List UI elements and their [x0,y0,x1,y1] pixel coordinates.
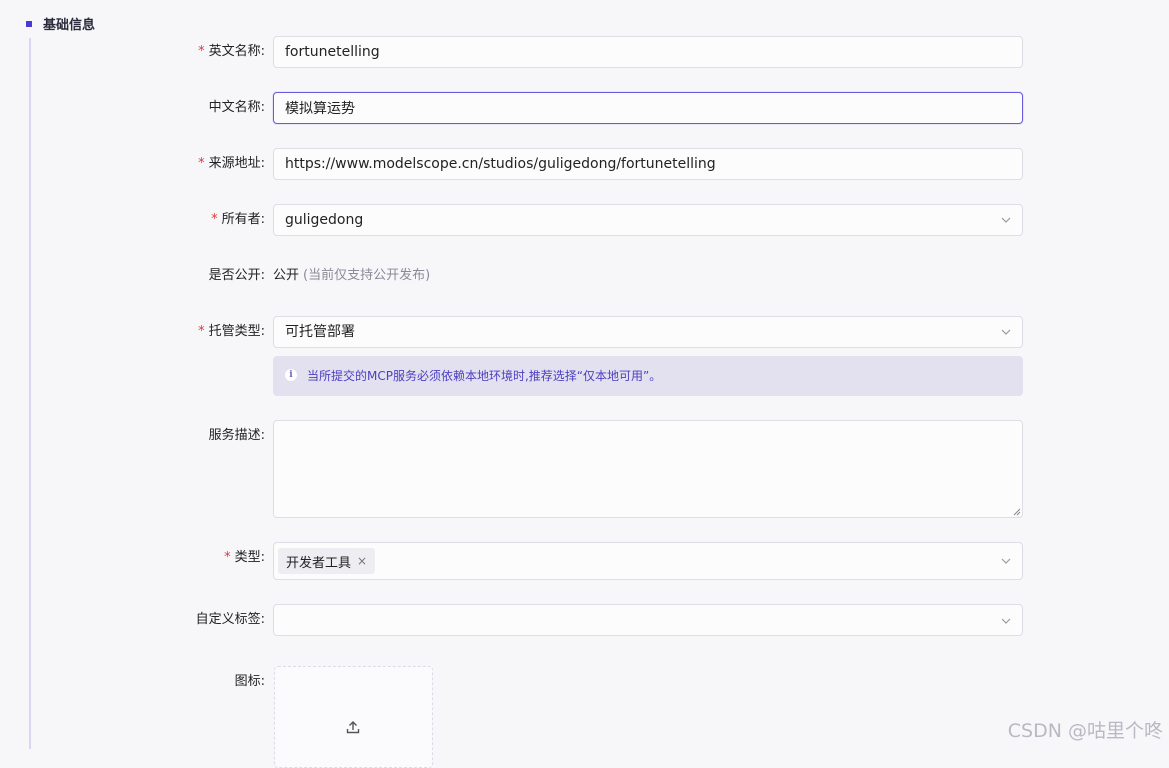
english-name-input[interactable] [274,37,996,67]
chinese-name-input[interactable] [274,93,996,123]
category-select[interactable]: 开发者工具 × [273,542,1023,580]
category-tag-label: 开发者工具 [286,555,352,571]
hosting-type-label: * 托管类型: [198,324,265,339]
category-tag: 开发者工具 × [278,548,376,574]
chevron-down-icon[interactable] [1000,555,1012,567]
icon-upload[interactable] [274,666,433,768]
section-line [29,38,31,749]
custom-tags-select[interactable] [273,604,1023,636]
chinese-name-field[interactable] [273,92,1023,124]
category-label: * 类型: [224,550,265,565]
chevron-down-icon[interactable] [1000,326,1012,338]
custom-tags-label: 自定义标签: [195,612,265,627]
source-url-field[interactable] [273,148,1023,180]
english-name-field[interactable] [273,36,1023,68]
hosting-notice-text: 当所提交的MCP服务必须依赖本地环境时,推荐选择“仅本地可用”。 [307,369,662,383]
public-value: 公开 (当前仅支持公开发布) [273,268,431,283]
public-label: 是否公开: [208,268,265,283]
hosting-type-select[interactable]: 可托管部署 [273,316,1023,348]
hosting-type-value: 可托管部署 [285,324,355,340]
icon-label: 图标: [234,674,265,689]
section-header: 基础信息 [26,14,95,33]
source-url-label: * 来源地址: [198,156,265,171]
upload-icon [346,721,360,734]
owner-label: * 所有者: [211,212,265,227]
description-label: 服务描述: [208,428,265,443]
english-name-label: * 英文名称: [198,44,265,59]
public-hint: (当前仅支持公开发布) [303,268,431,283]
chinese-name-label: 中文名称: [208,100,265,115]
chevron-down-icon[interactable] [1000,214,1012,226]
owner-value: guligedong [285,212,364,228]
section-title: 基础信息 [43,18,96,33]
watermark: CSDN @咕里个咚 [1007,720,1163,742]
close-icon[interactable]: × [357,554,367,568]
source-url-input[interactable] [274,149,996,179]
description-textarea[interactable] [273,420,1023,518]
hosting-notice: i 当所提交的MCP服务必须依赖本地环境时,推荐选择“仅本地可用”。 [273,356,1023,396]
owner-select[interactable]: guligedong [273,204,1023,236]
section-bullet [26,20,32,27]
chevron-down-icon[interactable] [1000,615,1012,627]
resize-grip-icon[interactable] [1012,507,1021,516]
info-icon: i [285,369,297,381]
